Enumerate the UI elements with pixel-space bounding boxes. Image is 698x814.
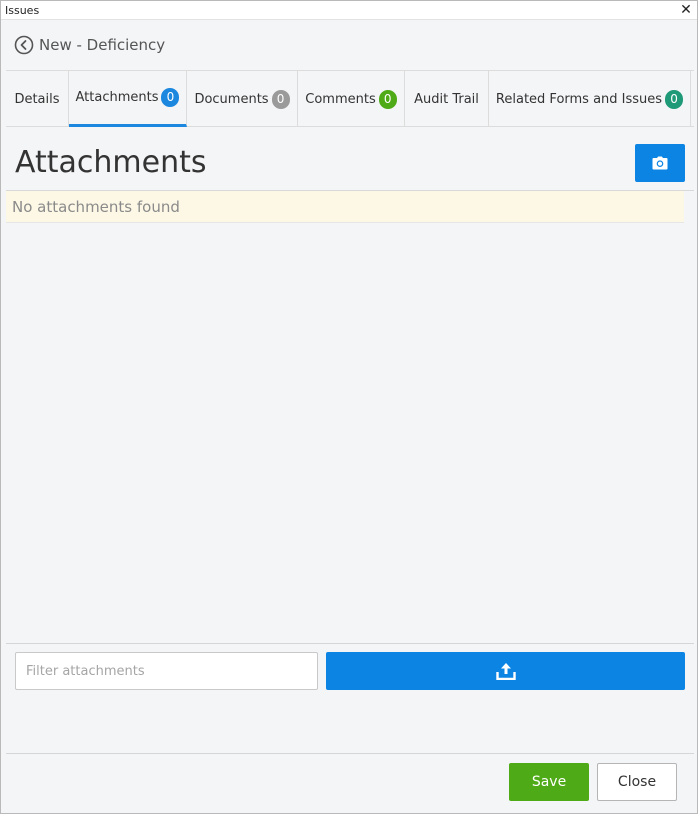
chevron-left-circle-icon[interactable] (14, 35, 34, 55)
window-close-icon[interactable]: ✕ (678, 1, 694, 19)
tab-attachments[interactable]: Attachments 0 (69, 71, 187, 127)
tab-documents[interactable]: Documents 0 (187, 71, 298, 127)
upload-button[interactable] (326, 652, 685, 690)
dialog-content: New - Deficiency Details Attachments 0 D… (6, 21, 694, 809)
tab-audit-trail[interactable]: Audit Trail (405, 71, 489, 127)
save-button[interactable]: Save (509, 763, 589, 801)
tab-details[interactable]: Details (6, 71, 69, 127)
tab-related-forms-and-issues[interactable]: Related Forms and Issues 0 (489, 71, 691, 127)
window-titlebar: Issues ✕ (1, 1, 697, 20)
count-badge: 0 (271, 89, 290, 109)
tab-comments[interactable]: Comments 0 (298, 71, 405, 127)
empty-message: No attachments found (12, 198, 180, 216)
empty-state-row: No attachments found (6, 191, 684, 223)
filter-attachments-input[interactable] (15, 652, 318, 690)
tab-label: Comments (305, 91, 376, 107)
camera-icon (652, 156, 668, 170)
upload-icon (495, 663, 516, 680)
divider (6, 753, 694, 754)
tab-bar: Details Attachments 0 Documents 0 Commen… (6, 70, 694, 127)
count-badge: 0 (665, 89, 684, 109)
count-badge: 0 (161, 88, 180, 107)
camera-button[interactable] (635, 144, 685, 182)
count-badge: 0 (378, 89, 397, 109)
close-button[interactable]: Close (597, 763, 677, 801)
window-title: Issues (5, 4, 40, 17)
dialog-header: New - Deficiency (6, 21, 694, 70)
tab-label: Related Forms and Issues (495, 91, 663, 107)
tab-label: Attachments (75, 90, 159, 105)
tab-label: Details (14, 91, 60, 107)
section-title: Attachments (15, 145, 207, 180)
page-title: New - Deficiency (39, 36, 166, 54)
divider (6, 643, 694, 644)
issues-window: Issues ✕ New - Deficiency Details Attach… (0, 0, 698, 814)
tab-label: Documents (194, 91, 269, 107)
tab-label: Audit Trail (414, 91, 479, 107)
